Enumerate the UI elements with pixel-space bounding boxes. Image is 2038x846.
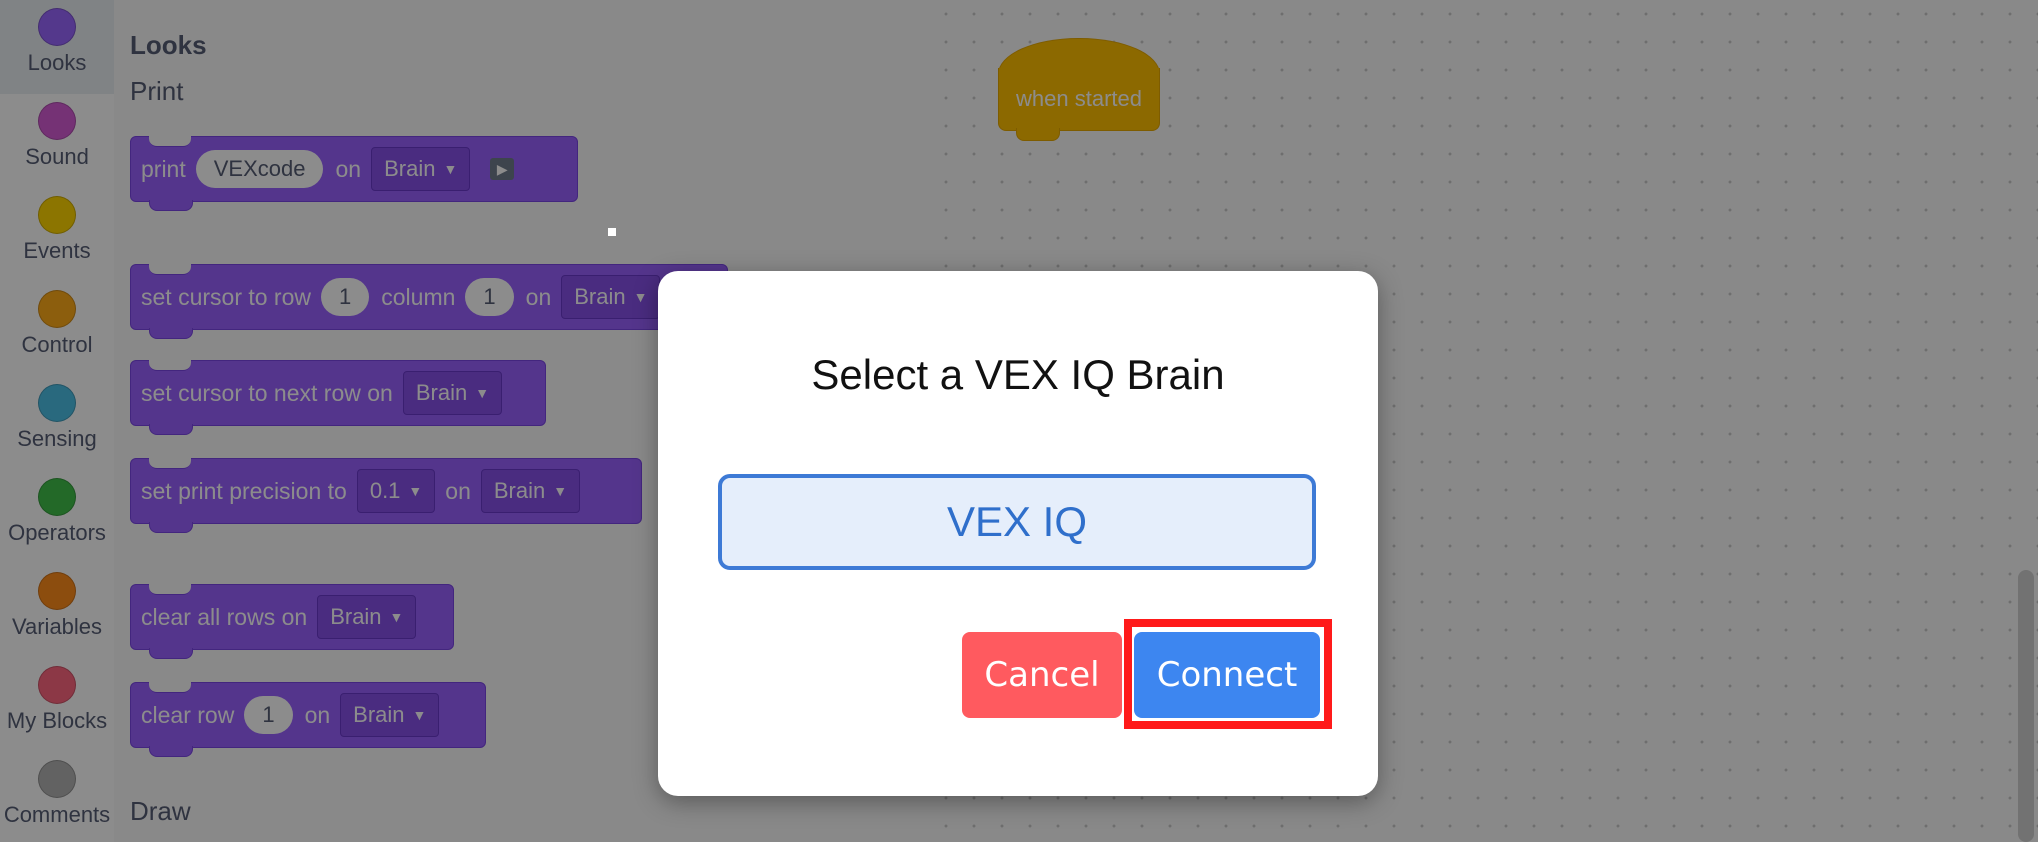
select-brain-dialog: Select a VEX IQ Brain VEX IQ Cancel Conn… bbox=[658, 271, 1378, 796]
dialog-title: Select a VEX IQ Brain bbox=[811, 351, 1225, 398]
cursor-marker bbox=[608, 228, 616, 236]
connect-button[interactable]: Connect bbox=[1134, 632, 1320, 718]
cancel-button[interactable]: Cancel bbox=[962, 632, 1122, 718]
brain-option-vex-iq[interactable]: VEX IQ bbox=[718, 474, 1316, 570]
